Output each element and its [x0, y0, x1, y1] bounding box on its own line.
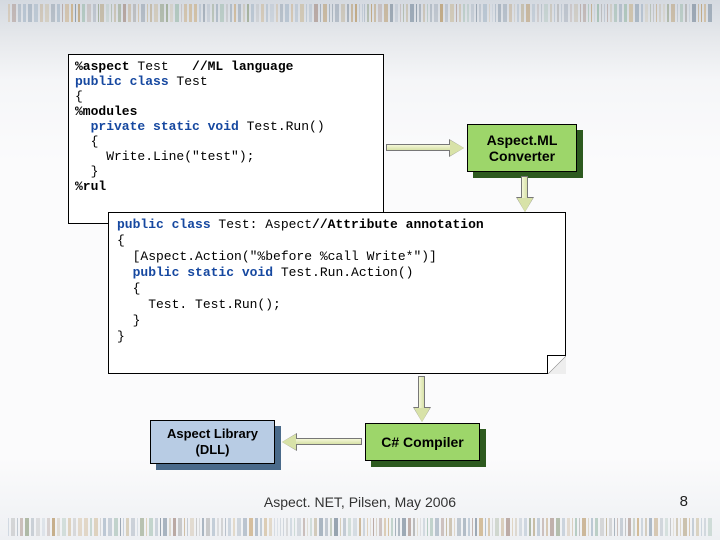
- footer-text: Aspect. NET, Pilsen, May 2006: [0, 494, 720, 510]
- box-converter: Aspect.ML Converter: [467, 124, 577, 172]
- barcode-top: [0, 4, 720, 22]
- code-box-attribute: public class Test: Aspect//Attribute ann…: [108, 212, 566, 374]
- arrow-to-attribute-code: [517, 176, 533, 212]
- library-label: Aspect Library (DLL): [150, 420, 275, 464]
- barcode-bottom: [0, 518, 720, 536]
- arrow-to-converter: [386, 140, 464, 156]
- converter-label: Aspect.ML Converter: [467, 124, 577, 172]
- box-compiler: C# Compiler: [365, 423, 480, 461]
- code-box-ml: %aspect Test //ML language public class …: [68, 54, 384, 224]
- arrow-to-library: [282, 434, 362, 450]
- box-library: Aspect Library (DLL): [150, 420, 275, 464]
- compiler-label: C# Compiler: [365, 423, 480, 461]
- arrow-to-compiler: [414, 376, 430, 422]
- page-number: 8: [680, 493, 688, 510]
